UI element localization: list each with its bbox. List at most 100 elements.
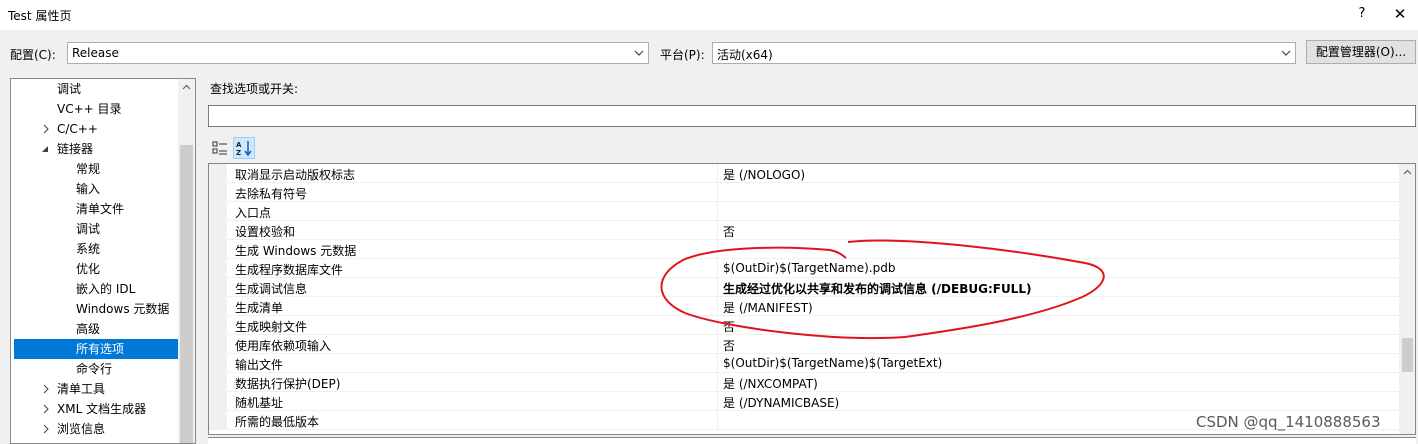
property-name: 所需的最低版本 <box>235 415 320 429</box>
tree-item-label: 清单工具 <box>57 382 106 396</box>
row-gutter <box>209 411 227 430</box>
column-divider[interactable] <box>717 183 718 202</box>
tree-item-label: 常规 <box>76 162 101 176</box>
property-value[interactable]: 是 (/DYNAMICBASE) <box>723 394 839 411</box>
tree-item-label: 浏览信息 <box>57 422 106 436</box>
property-row[interactable]: 入口点 <box>209 202 1399 221</box>
platform-select[interactable]: 活动(x64) <box>712 42 1296 64</box>
column-divider[interactable] <box>717 411 718 430</box>
scroll-up-icon[interactable] <box>1403 168 1412 177</box>
collapsed-arrow-icon[interactable] <box>41 404 51 414</box>
tree-item-label: XML 文档生成器 <box>57 402 147 416</box>
tree-item-label: Windows 元数据 <box>76 302 170 316</box>
tree-item-label: 高级 <box>76 322 101 336</box>
tree-item[interactable]: 调试 <box>11 219 178 239</box>
tree-item[interactable]: C/C++ <box>11 119 178 139</box>
tree-item[interactable]: 命令行 <box>11 359 178 379</box>
grid-scrollbar-thumb[interactable] <box>1402 338 1413 372</box>
tree-item[interactable]: 系统 <box>11 239 178 259</box>
property-name: 去除私有符号 <box>235 187 308 201</box>
column-divider[interactable] <box>717 202 718 221</box>
row-gutter <box>209 202 227 221</box>
categorized-view-icon <box>212 141 227 155</box>
tree-item-label: 优化 <box>76 262 101 276</box>
property-name: 生成程序数据库文件 <box>235 263 344 277</box>
property-row[interactable]: 数据执行保护(DEP) 是 (/NXCOMPAT) <box>209 373 1399 392</box>
tree-item[interactable]: 常规 <box>11 159 178 179</box>
collapsed-arrow-icon[interactable] <box>41 124 51 134</box>
description-pane <box>208 437 1416 444</box>
tree-item-label: 系统 <box>76 242 101 256</box>
property-row[interactable]: 输出文件 $(OutDir)$(TargetName)$(TargetExt) <box>209 354 1399 373</box>
property-value[interactable]: 是 (/NOLOGO) <box>723 166 805 183</box>
chevron-down-icon <box>634 50 644 56</box>
property-row[interactable]: 去除私有符号 <box>209 183 1399 202</box>
property-tree[interactable]: 调试 VC++ 目录 C/C++ 链接器 常规 输入 清单文件 调试 系统 优化 嵌入的 IDL Wi… <box>10 78 196 444</box>
row-gutter <box>209 164 227 183</box>
property-name: 入口点 <box>235 206 272 220</box>
tree-item[interactable]: 调试 <box>11 79 178 99</box>
tree-item-label: 清单文件 <box>76 202 125 216</box>
column-divider[interactable] <box>717 164 718 183</box>
tree-item[interactable]: XML 文档生成器 <box>11 399 178 419</box>
title-bar <box>0 0 1418 30</box>
tree-scrollbar-thumb[interactable] <box>180 145 193 443</box>
tree-item-label: VC++ 目录 <box>57 102 122 116</box>
property-name: 数据执行保护(DEP) <box>235 377 341 391</box>
property-name: 随机基址 <box>235 396 284 410</box>
window-title: Test 属性页 <box>8 9 72 23</box>
close-button[interactable]: ✕ <box>1390 4 1410 24</box>
alphabetical-sort-button[interactable]: A Z <box>233 137 255 159</box>
tree-item[interactable]: 输入 <box>11 179 178 199</box>
collapsed-arrow-icon[interactable] <box>41 384 51 394</box>
property-name: 生成映射文件 <box>235 320 308 334</box>
tree-item[interactable]: 链接器 <box>11 139 178 159</box>
tree-item-label: 所有选项 <box>76 342 125 356</box>
tree-item[interactable]: Windows 元数据 <box>11 299 178 319</box>
row-gutter <box>209 259 227 278</box>
collapsed-arrow-icon[interactable] <box>41 424 51 434</box>
configuration-select[interactable]: Release <box>67 42 649 64</box>
tree-scrollbar[interactable] <box>178 79 195 443</box>
tree-item-label: 链接器 <box>57 142 94 156</box>
tree-item-label: 命令行 <box>76 362 113 376</box>
grid-scrollbar[interactable] <box>1399 164 1415 434</box>
tree-item[interactable]: 嵌入的 IDL <box>11 279 178 299</box>
property-value[interactable]: $(OutDir)$(TargetName)$(TargetExt) <box>723 356 942 370</box>
row-gutter <box>209 297 227 316</box>
property-row[interactable]: 取消显示启动版权标志 是 (/NOLOGO) <box>209 164 1399 183</box>
property-name: 输出文件 <box>235 358 284 372</box>
property-name: 取消显示启动版权标志 <box>235 168 356 182</box>
tree-item[interactable]: 所有选项 <box>14 339 179 359</box>
tree-item[interactable]: 清单工具 <box>11 379 178 399</box>
tree-item-label: 调试 <box>76 222 101 236</box>
chevron-down-icon <box>1281 50 1291 56</box>
row-gutter <box>209 240 227 259</box>
column-divider[interactable] <box>717 392 718 411</box>
configuration-manager-button[interactable]: 配置管理器(O)... <box>1306 40 1416 64</box>
tree-item[interactable]: 高级 <box>11 319 178 339</box>
row-gutter <box>209 354 227 373</box>
tree-item[interactable]: 清单文件 <box>11 199 178 219</box>
tree-item[interactable]: VC++ 目录 <box>11 99 178 119</box>
column-divider[interactable] <box>717 354 718 373</box>
tree-item-label: C/C++ <box>57 122 98 136</box>
search-input[interactable] <box>208 105 1416 127</box>
property-value[interactable]: 是 (/NXCOMPAT) <box>723 375 818 392</box>
categorized-view-button[interactable] <box>210 138 230 158</box>
tree-item-label: 嵌入的 IDL <box>76 282 136 296</box>
platform-value: 活动(x64) <box>717 48 773 62</box>
row-gutter <box>209 373 227 392</box>
expanded-arrow-icon[interactable] <box>41 144 51 154</box>
property-name: 生成 Windows 元数据 <box>235 244 357 258</box>
property-row[interactable]: 随机基址 是 (/DYNAMICBASE) <box>209 392 1399 411</box>
tree-item[interactable]: 浏览信息 <box>11 419 178 439</box>
row-gutter <box>209 221 227 240</box>
help-button[interactable]: ? <box>1352 4 1372 24</box>
svg-text:Z: Z <box>236 149 241 157</box>
tree-item[interactable]: 优化 <box>11 259 178 279</box>
row-gutter <box>209 183 227 202</box>
scroll-up-icon[interactable] <box>182 83 191 92</box>
svg-text:A: A <box>236 141 242 149</box>
column-divider[interactable] <box>717 373 718 392</box>
